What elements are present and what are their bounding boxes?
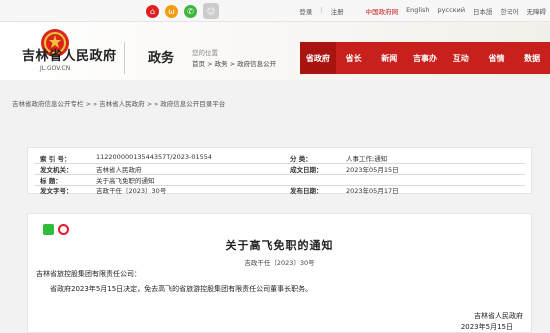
document-content: 关于高飞免职的通知 吉政干任〔2023〕30号 吉林省旅控股集团有限责任公司： … [27,213,532,333]
index-value: 11220000013544357T/2023-01554 [96,153,213,161]
issuer-label: 发文机关： [40,166,73,174]
nav-province-info[interactable]: 省情 [479,42,515,74]
docno-value: 吉政干任〔2023〕30号 [96,187,167,195]
location-label: 您的位置 [192,49,218,57]
wechat-share-icon[interactable] [43,224,54,235]
document-number: 吉政干任〔2023〕30号 [244,259,315,267]
gov-cn-link[interactable]: 中国政府网 [366,6,399,16]
top-links: 登录 | 注册 中国政府网 English русский 日本語 한국어 无障… [299,6,546,16]
nav-governor[interactable]: 省长 [336,42,372,74]
document-date: 2023年5月15日 [460,323,513,331]
nav-interaction[interactable]: 互动 [443,42,479,74]
category-value: 人事工作;通知 [346,155,388,163]
published-date-label: 发布日期： [290,187,323,195]
accessibility-link[interactable]: 无障碍 [527,6,547,16]
wechat-icon[interactable]: ✆ [184,5,197,18]
weibo-share-icon[interactable] [58,224,69,235]
index-label: 索 引 号： [40,155,71,163]
breadcrumb[interactable]: 吉林省政府信息公开专栏 > » 吉林省人民政府 > » 政府信息公开目录平台 [12,98,225,108]
app-icon[interactable]: ⌂ [146,5,159,18]
share-icons [43,224,69,235]
issuer-value: 吉林省人民政府 [96,166,142,174]
top-utility-bar: ⌂ ω ✆ ☺ 登录 | 注册 中国政府网 English русский 日本… [0,0,550,22]
main-nav: 省政府 省长 新闻 吉事办 互动 省情 数据 [300,42,550,74]
header-breadcrumb[interactable]: 首页 > 政务 > 政府信息公开 [192,58,276,68]
japanese-link[interactable]: 日本語 [473,6,493,16]
nav-data[interactable]: 数据 [514,42,550,74]
header-divider [124,42,125,74]
docno-label: 发文字号： [40,187,73,195]
written-date-value: 2023年05月15日 [346,166,399,174]
document-body: 省政府2023年5月15日决定，免去高飞的省旅游控股集团有限责任公司董事长职务。 [50,285,313,293]
nav-provincial-gov[interactable]: 省政府 [300,42,336,74]
korean-link[interactable]: 한국어 [501,6,519,16]
document-title: 关于高飞免职的通知 [225,239,334,252]
site-title[interactable]: 吉林省人民政府 [22,45,117,64]
mascot-icon[interactable]: ☺ [203,3,219,19]
register-link[interactable]: 注册 [331,6,344,16]
written-date-label: 成文日期： [290,166,323,174]
published-date-value: 2023年05月17日 [346,187,399,195]
weibo-icon[interactable]: ω [165,5,178,18]
social-icons: ⌂ ω ✆ ☺ [146,3,219,19]
document-signature: 吉林省人民政府 [474,312,523,320]
document-addressee: 吉林省旅控股集团有限责任公司： [36,270,141,278]
title-value: 关于高飞免职的通知 [96,177,155,185]
section-title: 政务 [148,51,175,66]
login-link[interactable]: 登录 [299,6,312,16]
site-url: JL.GOV.CN [40,65,71,72]
title-label: 标 题： [40,177,62,185]
russian-link[interactable]: русский [438,6,466,16]
english-link[interactable]: English [406,6,429,16]
nav-services[interactable]: 吉事办 [407,42,443,74]
document-metadata-table: 索 引 号： 11220000013544357T/2023-01554 分 类… [27,147,532,195]
category-label: 分 类： [290,155,312,163]
nav-news[interactable]: 新闻 [371,42,407,74]
